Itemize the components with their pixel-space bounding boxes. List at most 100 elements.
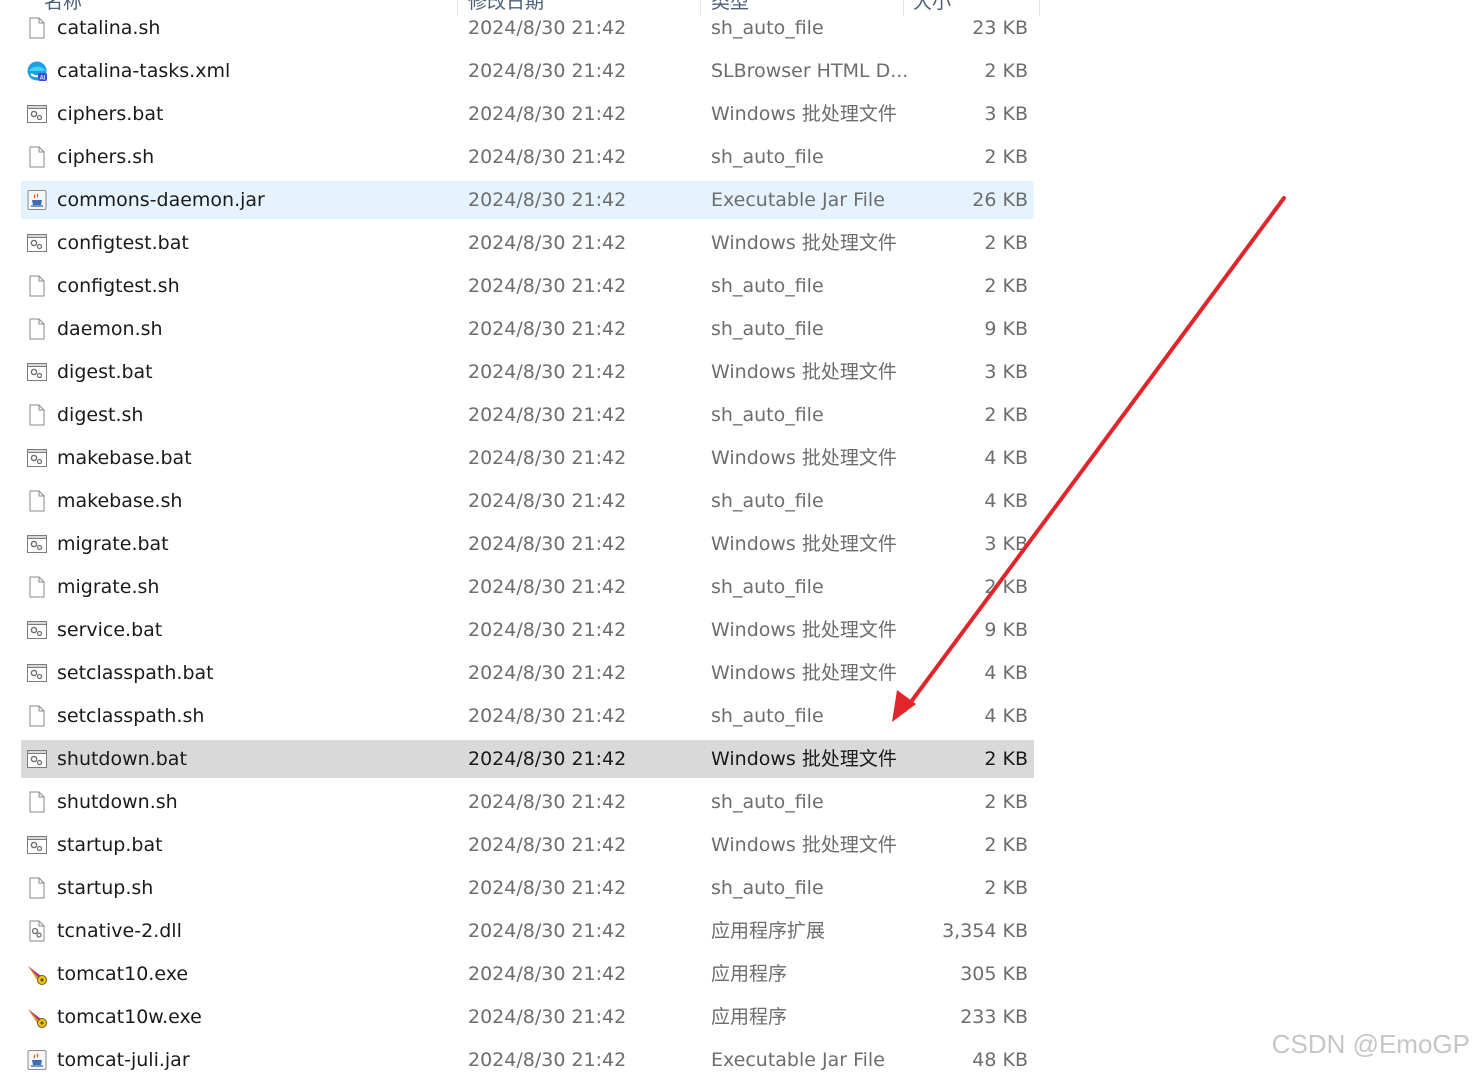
- browser-file-icon: AI: [26, 60, 48, 82]
- file-size: 3 KB: [984, 361, 1028, 383]
- file-name: makebase.bat: [57, 447, 192, 469]
- blank-file-icon: [26, 146, 48, 168]
- file-size: 48 KB: [972, 1049, 1028, 1071]
- file-name: shutdown.bat: [57, 748, 187, 770]
- file-size: 9 KB: [984, 318, 1028, 340]
- file-type: Executable Jar File: [711, 1049, 885, 1071]
- file-size: 305 KB: [960, 963, 1028, 985]
- file-modified-date: 2024/8/30 21:42: [468, 963, 627, 985]
- file-name: migrate.bat: [57, 533, 169, 555]
- file-size: 4 KB: [984, 705, 1028, 727]
- file-row[interactable]: AI catalina-tasks.xml 2024/8/30 21:42 SLBro…: [21, 52, 1034, 90]
- file-row[interactable]: daemon.sh 2024/8/30 21:42 sh_auto_file 9 KB: [21, 310, 1034, 348]
- file-name: migrate.sh: [57, 576, 160, 598]
- file-size: 3 KB: [984, 533, 1028, 555]
- file-row[interactable]: shutdown.sh 2024/8/30 21:42 sh_auto_file 2 …: [21, 783, 1034, 821]
- file-row[interactable]: tomcat10w.exe 2024/8/30 21:42 应用程序 233 KB: [21, 998, 1034, 1036]
- file-row[interactable]: service.bat 2024/8/30 21:42 Windows 批处理文件 9…: [21, 611, 1034, 649]
- blank-file-icon: [26, 17, 48, 39]
- blank-file-icon: [26, 791, 48, 813]
- file-type: Windows 批处理文件: [711, 748, 897, 770]
- file-type: Executable Jar File: [711, 189, 885, 211]
- file-row[interactable]: shutdown.bat 2024/8/30 21:42 Windows 批处理文件…: [21, 740, 1034, 778]
- file-modified-date: 2024/8/30 21:42: [468, 619, 627, 641]
- file-size: 2 KB: [984, 576, 1028, 598]
- file-type: Windows 批处理文件: [711, 103, 897, 125]
- file-name: tomcat10w.exe: [57, 1006, 202, 1028]
- file-row[interactable]: setclasspath.bat 2024/8/30 21:42 Windows 批…: [21, 654, 1034, 692]
- file-row[interactable]: startup.sh 2024/8/30 21:42 sh_auto_file 2 K…: [21, 869, 1034, 907]
- batch-file-icon: [26, 748, 48, 770]
- file-modified-date: 2024/8/30 21:42: [468, 361, 627, 383]
- file-name: startup.sh: [57, 877, 154, 899]
- file-size: 9 KB: [984, 619, 1028, 641]
- file-size: 2 KB: [984, 834, 1028, 856]
- file-type: 应用程序: [711, 963, 788, 985]
- file-type: sh_auto_file: [711, 275, 824, 297]
- file-name: setclasspath.bat: [57, 662, 214, 684]
- file-row[interactable]: migrate.sh 2024/8/30 21:42 sh_auto_file 2 K…: [21, 568, 1034, 606]
- file-type: 应用程序: [711, 1006, 788, 1028]
- file-modified-date: 2024/8/30 21:42: [468, 103, 627, 125]
- file-modified-date: 2024/8/30 21:42: [468, 490, 627, 512]
- file-row[interactable]: migrate.bat 2024/8/30 21:42 Windows 批处理文件 3…: [21, 525, 1034, 563]
- file-size: 2 KB: [984, 275, 1028, 297]
- file-modified-date: 2024/8/30 21:42: [468, 404, 627, 426]
- file-name: ciphers.bat: [57, 103, 164, 125]
- blank-file-icon: [26, 576, 48, 598]
- file-type: sh_auto_file: [711, 404, 824, 426]
- file-row[interactable]: configtest.sh 2024/8/30 21:42 sh_auto_file…: [21, 267, 1034, 305]
- batch-file-icon: [26, 232, 48, 254]
- file-modified-date: 2024/8/30 21:42: [468, 920, 627, 942]
- file-modified-date: 2024/8/30 21:42: [468, 1049, 627, 1071]
- jar-file-icon: [26, 1049, 48, 1071]
- file-size: 2 KB: [984, 146, 1028, 168]
- file-row[interactable]: makebase.sh 2024/8/30 21:42 sh_auto_file 4 …: [21, 482, 1034, 520]
- file-name: tcnative-2.dll: [57, 920, 182, 942]
- file-modified-date: 2024/8/30 21:42: [468, 662, 627, 684]
- file-name: digest.sh: [57, 404, 144, 426]
- file-row[interactable]: catalina.sh 2024/8/30 21:42 sh_auto_file 23…: [21, 9, 1034, 47]
- blank-file-icon: [26, 877, 48, 899]
- file-row[interactable]: commons-daemon.jar 2024/8/30 21:42 Executa…: [21, 181, 1034, 219]
- file-modified-date: 2024/8/30 21:42: [468, 60, 627, 82]
- file-name: tomcat-juli.jar: [57, 1049, 190, 1071]
- file-name: digest.bat: [57, 361, 153, 383]
- file-name: shutdown.sh: [57, 791, 178, 813]
- file-row[interactable]: ciphers.sh 2024/8/30 21:42 sh_auto_file 2 K…: [21, 138, 1034, 176]
- file-size: 3,354 KB: [942, 920, 1028, 942]
- file-size: 23 KB: [972, 17, 1028, 39]
- file-row[interactable]: tcnative-2.dll 2024/8/30 21:42 应用程序扩展 3,354…: [21, 912, 1034, 950]
- file-type: sh_auto_file: [711, 17, 824, 39]
- file-type: 应用程序扩展: [711, 920, 826, 942]
- file-type: Windows 批处理文件: [711, 662, 897, 684]
- file-type: sh_auto_file: [711, 877, 824, 899]
- file-modified-date: 2024/8/30 21:42: [468, 705, 627, 727]
- file-name: daemon.sh: [57, 318, 163, 340]
- file-row[interactable]: ciphers.bat 2024/8/30 21:42 Windows 批处理文件 3…: [21, 95, 1034, 133]
- file-size: 2 KB: [984, 60, 1028, 82]
- file-row[interactable]: setclasspath.sh 2024/8/30 21:42 sh_auto_fi…: [21, 697, 1034, 735]
- file-row[interactable]: startup.bat 2024/8/30 21:42 Windows 批处理文件 2…: [21, 826, 1034, 864]
- file-modified-date: 2024/8/30 21:42: [468, 447, 627, 469]
- file-row[interactable]: digest.bat 2024/8/30 21:42 Windows 批处理文件 3 …: [21, 353, 1034, 391]
- blank-file-icon: [26, 705, 48, 727]
- file-size: 3 KB: [984, 103, 1028, 125]
- file-row[interactable]: digest.sh 2024/8/30 21:42 sh_auto_file 2 KB: [21, 396, 1034, 434]
- batch-file-icon: [26, 361, 48, 383]
- blank-file-icon: [26, 275, 48, 297]
- file-size: 2 KB: [984, 404, 1028, 426]
- file-name: makebase.sh: [57, 490, 183, 512]
- file-modified-date: 2024/8/30 21:42: [468, 834, 627, 856]
- file-type: sh_auto_file: [711, 146, 824, 168]
- file-name: ciphers.sh: [57, 146, 155, 168]
- file-name: catalina-tasks.xml: [57, 60, 231, 82]
- file-row[interactable]: tomcat-juli.jar 2024/8/30 21:42 Executable…: [21, 1041, 1034, 1079]
- blank-file-icon: [26, 404, 48, 426]
- file-type: Windows 批处理文件: [711, 361, 897, 383]
- file-row[interactable]: makebase.bat 2024/8/30 21:42 Windows 批处理文件…: [21, 439, 1034, 477]
- file-type: sh_auto_file: [711, 490, 824, 512]
- file-size: 4 KB: [984, 490, 1028, 512]
- file-row[interactable]: tomcat10.exe 2024/8/30 21:42 应用程序 305 KB: [21, 955, 1034, 993]
- file-row[interactable]: configtest.bat 2024/8/30 21:42 Windows 批处理…: [21, 224, 1034, 262]
